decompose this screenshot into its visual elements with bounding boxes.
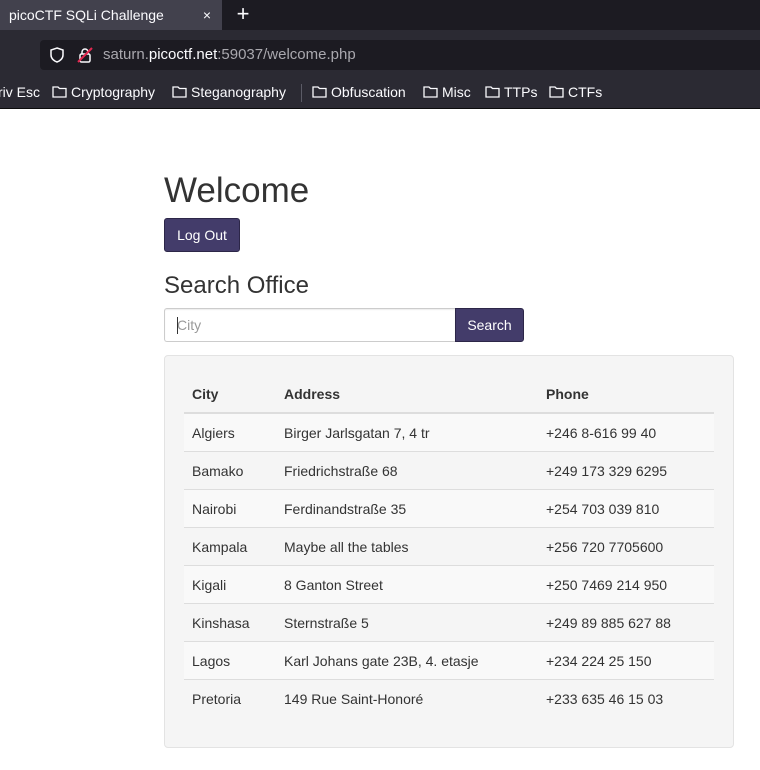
cell-address: 8 Ganton Street <box>276 565 538 604</box>
cell-city: Kigali <box>184 565 276 604</box>
cell-city: Lagos <box>184 641 276 680</box>
column-header-phone: Phone <box>538 375 714 414</box>
bookmark-label: Misc <box>442 84 471 100</box>
cell-city: Kampala <box>184 527 276 566</box>
cell-phone: +233 635 46 15 03 <box>538 679 714 717</box>
table-row: Bamako Friedrichstraße 68 +249 173 329 6… <box>184 451 714 490</box>
page-title: Welcome <box>164 171 310 210</box>
folder-icon <box>52 86 67 98</box>
cell-phone: +254 703 039 810 <box>538 489 714 528</box>
bookmarks-separator <box>301 84 302 102</box>
cell-phone: +234 224 25 150 <box>538 641 714 680</box>
bookmark-label: Obfuscation <box>331 84 406 100</box>
cell-phone: +246 8-616 99 40 <box>538 412 714 452</box>
logout-button[interactable]: Log Out <box>164 218 240 252</box>
cell-city: Pretoria <box>184 679 276 717</box>
table-header-row: City Address Phone <box>184 375 714 414</box>
cell-phone: +256 720 7705600 <box>538 527 714 566</box>
page-content: Welcome Log Out Search Office Search Cit… <box>0 109 760 770</box>
tab-title: picoCTF SQLi Challenge <box>9 7 164 23</box>
cell-phone: +249 173 329 6295 <box>538 451 714 490</box>
url-suffix: :59037/welcome.php <box>217 46 356 63</box>
table-row: Kampala Maybe all the tables +256 720 77… <box>184 527 714 566</box>
cell-phone: +249 89 885 627 88 <box>538 603 714 642</box>
cell-address: Birger Jarlsgatan 7, 4 tr <box>276 412 538 452</box>
table-row: Nairobi Ferdinandstraße 35 +254 703 039 … <box>184 489 714 528</box>
cell-phone: +250 7469 214 950 <box>538 565 714 604</box>
navigation-toolbar: saturn.picoctf.net:59037/welcome.php <box>0 30 760 78</box>
close-tab-icon[interactable]: × <box>200 0 214 30</box>
table-row: Lagos Karl Johans gate 23B, 4. etasje +2… <box>184 641 714 680</box>
folder-icon <box>423 86 438 98</box>
folder-icon <box>485 86 500 98</box>
url-prefix: saturn. <box>103 46 149 63</box>
bookmarks-toolbar: riv Esc Cryptography Steganography Obfus… <box>0 78 760 109</box>
folder-icon <box>172 86 187 98</box>
cell-city: Nairobi <box>184 489 276 528</box>
cell-address: Ferdinandstraße 35 <box>276 489 538 528</box>
cell-city: Bamako <box>184 451 276 490</box>
cell-address: 149 Rue Saint-Honoré <box>276 679 538 717</box>
bookmark-label: TTPs <box>504 84 538 100</box>
folder-icon <box>549 86 564 98</box>
cell-city: Algiers <box>184 412 276 452</box>
search-heading: Search Office <box>164 272 309 299</box>
shield-icon[interactable] <box>49 47 65 63</box>
insecure-lock-icon[interactable] <box>77 47 93 63</box>
cell-address: Karl Johans gate 23B, 4. etasje <box>276 641 538 680</box>
bookmark-label: riv Esc <box>0 84 40 100</box>
url-text[interactable]: saturn.picoctf.net:59037/welcome.php <box>103 40 356 70</box>
folder-icon <box>312 86 327 98</box>
search-button[interactable]: Search <box>455 308 524 342</box>
tab-strip: picoCTF SQLi Challenge × + <box>0 0 760 30</box>
cell-address: Sternstraße 5 <box>276 603 538 642</box>
table-row: Kigali 8 Ganton Street +250 7469 214 950 <box>184 565 714 604</box>
bookmark-label: Steganography <box>191 84 286 100</box>
table-row: Algiers Birger Jarlsgatan 7, 4 tr +246 8… <box>184 412 714 452</box>
browser-tab[interactable]: picoCTF SQLi Challenge × <box>0 0 222 30</box>
text-cursor <box>177 317 178 334</box>
cell-address: Maybe all the tables <box>276 527 538 566</box>
bookmark-label: CTFs <box>568 84 603 100</box>
cell-address: Friedrichstraße 68 <box>276 451 538 490</box>
results-panel: City Address Phone Algiers Birger Jarlsg… <box>164 355 734 748</box>
bookmark-label: Cryptography <box>71 84 156 100</box>
column-header-city: City <box>184 375 276 414</box>
column-header-address: Address <box>276 375 538 414</box>
new-tab-button[interactable]: + <box>233 0 253 30</box>
url-host: picoctf.net <box>148 46 218 63</box>
offices-table: City Address Phone Algiers Birger Jarlsg… <box>184 375 714 717</box>
cell-city: Kinshasa <box>184 603 276 642</box>
address-bar[interactable]: saturn.picoctf.net:59037/welcome.php <box>40 40 760 70</box>
city-search-input[interactable] <box>164 308 455 342</box>
table-row: Kinshasa Sternstraße 5 +249 89 885 627 8… <box>184 603 714 642</box>
table-row: Pretoria 149 Rue Saint-Honoré +233 635 4… <box>184 679 714 717</box>
